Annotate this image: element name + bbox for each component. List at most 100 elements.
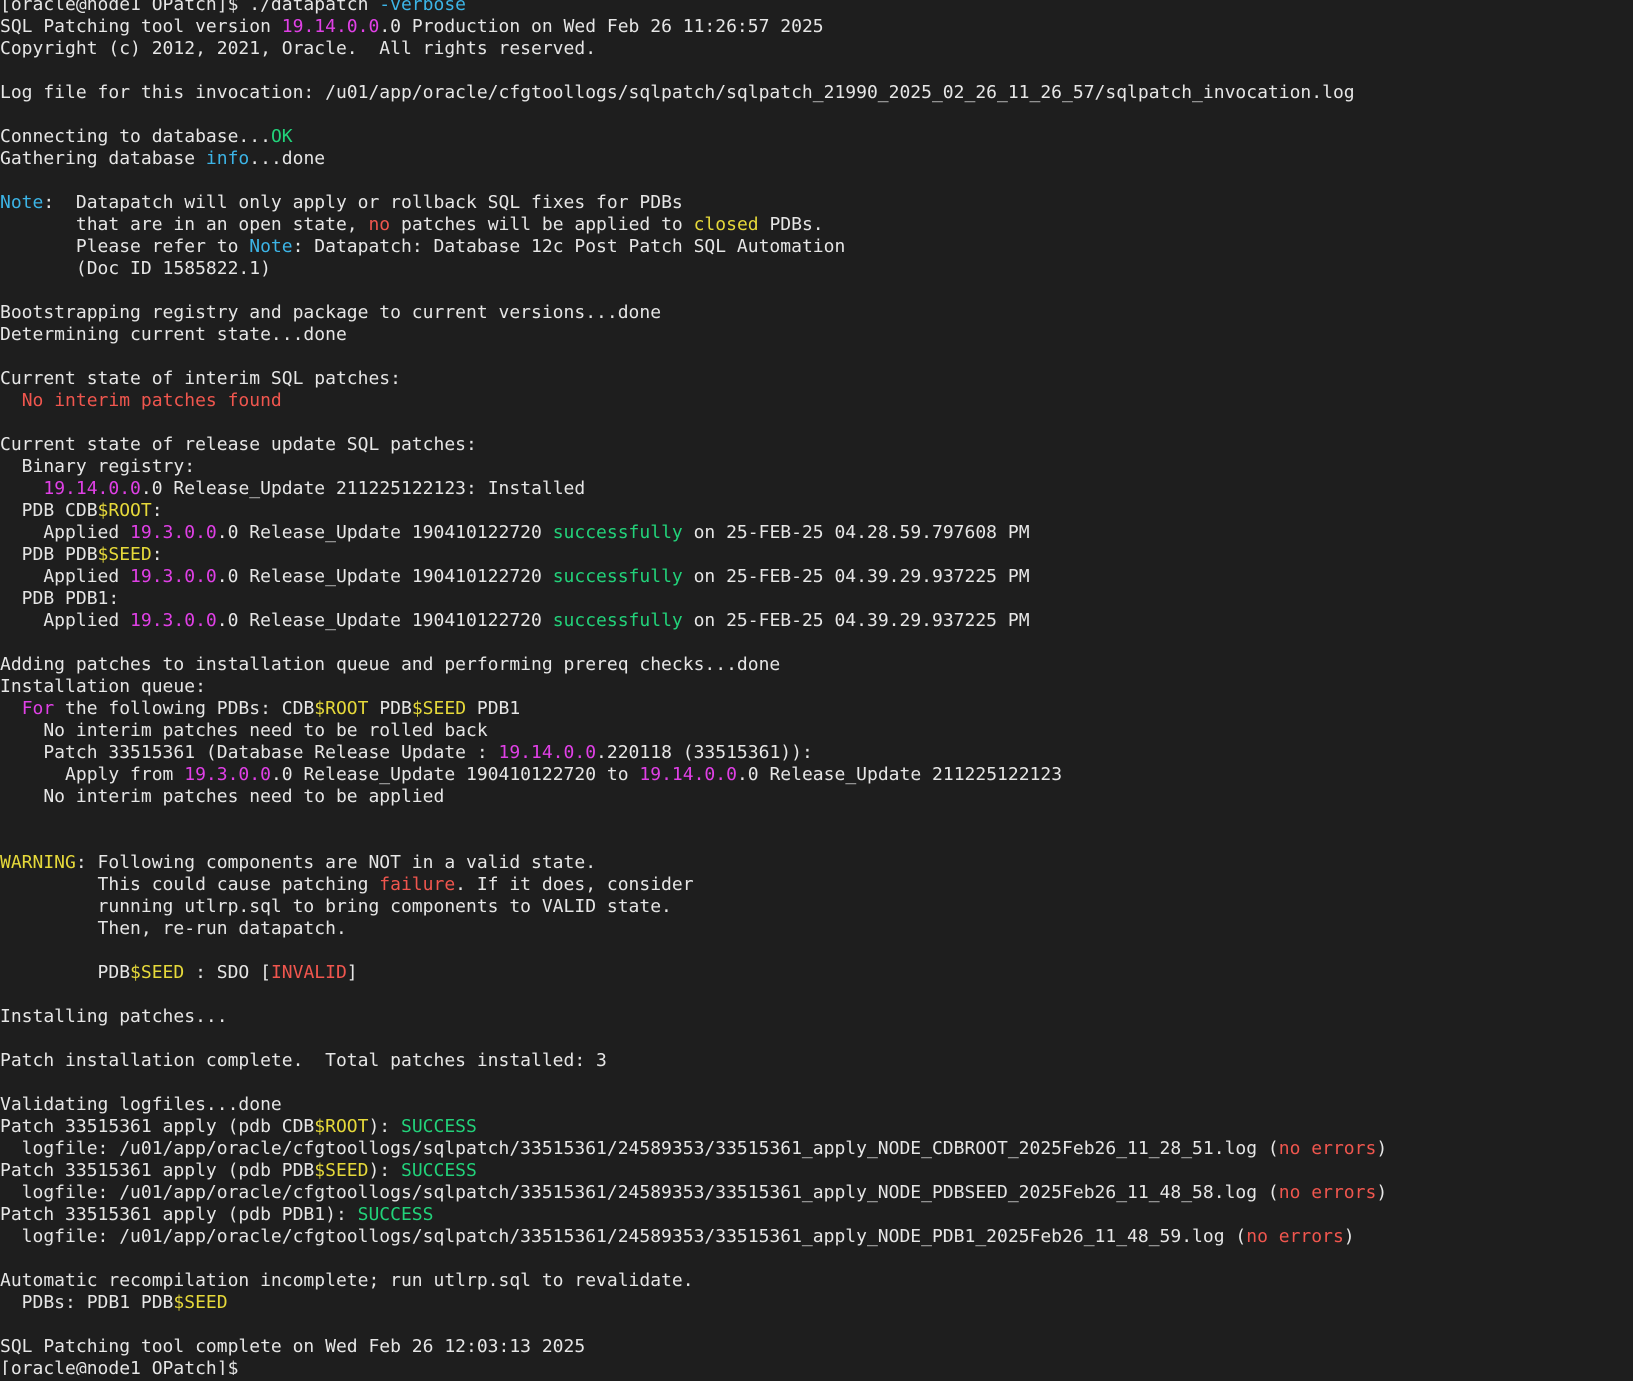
output-line: SQL Patching tool version 19.14.0.0.0 Pr… [0,16,1633,38]
text-segment: 19.14.0.0 [639,764,737,785]
output-line: SQL Patching tool complete on Wed Feb 26… [0,1336,1633,1358]
output-line: Current state of release update SQL patc… [0,434,1633,456]
output-line: Applied 19.3.0.0.0 Release_Update 190410… [0,566,1633,588]
text-segment: $ROOT [314,698,369,719]
text-segment: ): [368,1160,401,1181]
text-segment: $SEED [173,1292,228,1313]
output-line: Gathering database info...done [0,148,1633,170]
text-segment: Applied [0,610,131,631]
text-segment: successfully [552,610,683,631]
output-line: Log file for this invocation: /u01/app/o… [0,82,1633,104]
text-segment: -verbose [379,0,466,15]
text-segment: Current state of release update SQL patc… [0,434,477,455]
text-segment: 19.14.0.0 [43,478,141,499]
output-line: PDBs: PDB1 PDB$SEED [0,1292,1633,1314]
text-segment: : Datapatch: Database 12c Post Patch SQL… [292,236,846,257]
text-segment: SQL Patching tool version [0,16,282,37]
terminal-window[interactable]: [oracle@node1 OPatch]$ ./datapatch -verb… [0,0,1633,1375]
text-segment: ) [1343,1226,1355,1247]
output-line: logfile: /u01/app/oracle/cfgtoollogs/sql… [0,1226,1633,1248]
text-segment: 19.3.0.0 [130,566,217,587]
text-segment: Determining current state...done [0,324,347,345]
text-segment: [oracle@node1 OPatch]$ [0,1358,250,1375]
text-segment: .220118 (33515361)): [596,742,813,763]
text-segment: : [151,544,163,565]
text-segment: Applied [0,566,131,587]
text-segment: [oracle@node1 OPatch]$ ./datapatch [0,0,380,15]
text-segment: 19.3.0.0 [184,764,271,785]
text-segment: $ROOT [314,1116,369,1137]
text-segment: PDB [0,962,131,983]
output-line: that are in an open state, no patches wi… [0,214,1633,236]
text-segment: $SEED [97,544,152,565]
text-segment: no errors [1278,1138,1377,1159]
text-segment: $SEED [130,962,185,983]
text-segment: running utlrp.sql to bring components to… [0,896,672,917]
output-line: No interim patches need to be applied [0,786,1633,808]
text-segment: SUCCESS [400,1160,477,1181]
text-segment: .0 Release_Update 211225122123 [736,764,1063,785]
output-line: PDB$SEED : SDO [INVALID] [0,962,1633,984]
output-line: Please refer to Note: Datapatch: Databas… [0,236,1633,258]
text-segment: PDB [368,698,412,719]
text-segment: Adding patches to installation queue and… [0,654,781,675]
text-segment: ) [1376,1182,1388,1203]
text-segment: PDB CDB [0,500,98,521]
text-segment: No interim patches need to be applied [0,786,445,807]
output-line: Patch 33515361 apply (pdb PDB1): SUCCESS [0,1204,1633,1226]
output-line: This could cause patching failure. If it… [0,874,1633,896]
output-line: PDB CDB$ROOT: [0,500,1633,522]
text-segment: logfile: /u01/app/oracle/cfgtoollogs/sql… [0,1138,1279,1159]
text-segment: .0 Release_Update 190410122720 [216,566,553,587]
text-segment: no errors [1278,1182,1377,1203]
text-segment: This could cause patching [0,874,380,895]
text-segment: that are in an open state, [0,214,369,235]
text-segment: Apply from [0,764,185,785]
text-segment: Current state of interim SQL patches: [0,368,401,389]
output-line: logfile: /u01/app/oracle/cfgtoollogs/sql… [0,1138,1633,1160]
text-segment: PDB PDB1: [0,588,120,609]
text-segment: ) [1376,1138,1388,1159]
output-line: Patch installation complete. Total patch… [0,1050,1633,1072]
text-segment: Please refer to [0,236,250,257]
text-segment: : Datapatch will only apply or rollback … [43,192,683,213]
output-line: Validating logfiles...done [0,1094,1633,1116]
text-segment: SUCCESS [400,1116,477,1137]
command-line: [oracle@node1 OPatch]$ ./datapatch -verb… [0,0,1633,16]
output-line: Note: Datapatch will only apply or rollb… [0,192,1633,214]
text-segment: SUCCESS [357,1204,434,1225]
text-segment: Gathering database [0,148,206,169]
text-segment: : SDO [ [184,962,271,983]
shell-prompt-line[interactable]: [oracle@node1 OPatch]$ [0,1358,1633,1375]
output-line: Applied 19.3.0.0.0 Release_Update 190410… [0,610,1633,632]
text-segment: logfile: /u01/app/oracle/cfgtoollogs/sql… [0,1226,1247,1247]
text-segment: Connecting to database... [0,126,271,147]
text-segment: No interim patches need to be rolled bac… [0,720,488,741]
text-segment: : Following components are NOT in a vali… [75,852,597,873]
output-line: (Doc ID 1585822.1) [0,258,1633,280]
text-segment: Note [0,192,44,213]
text-segment: closed [693,214,759,235]
text-segment: 19.3.0.0 [130,522,217,543]
text-segment: : [151,500,163,521]
output-line: running utlrp.sql to bring components to… [0,896,1633,918]
output-line: Determining current state...done [0,324,1633,346]
text-segment: no [368,214,391,235]
text-segment: Copyright (c) 2012, 2021, Oracle. All ri… [0,38,597,59]
text-segment: WARNING [0,852,76,873]
text-segment: successfully [552,522,683,543]
text-segment: logfile: /u01/app/oracle/cfgtoollogs/sql… [0,1182,1279,1203]
text-segment: Patch installation complete. Total patch… [0,1050,607,1071]
text-segment: Patch 33515361 apply (pdb PDB1): [0,1204,358,1225]
output-line: 19.14.0.0.0 Release_Update 211225122123:… [0,478,1633,500]
output-line: Patch 33515361 apply (pdb CDB$ROOT): SUC… [0,1116,1633,1138]
output-line: Bootstrapping registry and package to cu… [0,302,1633,324]
